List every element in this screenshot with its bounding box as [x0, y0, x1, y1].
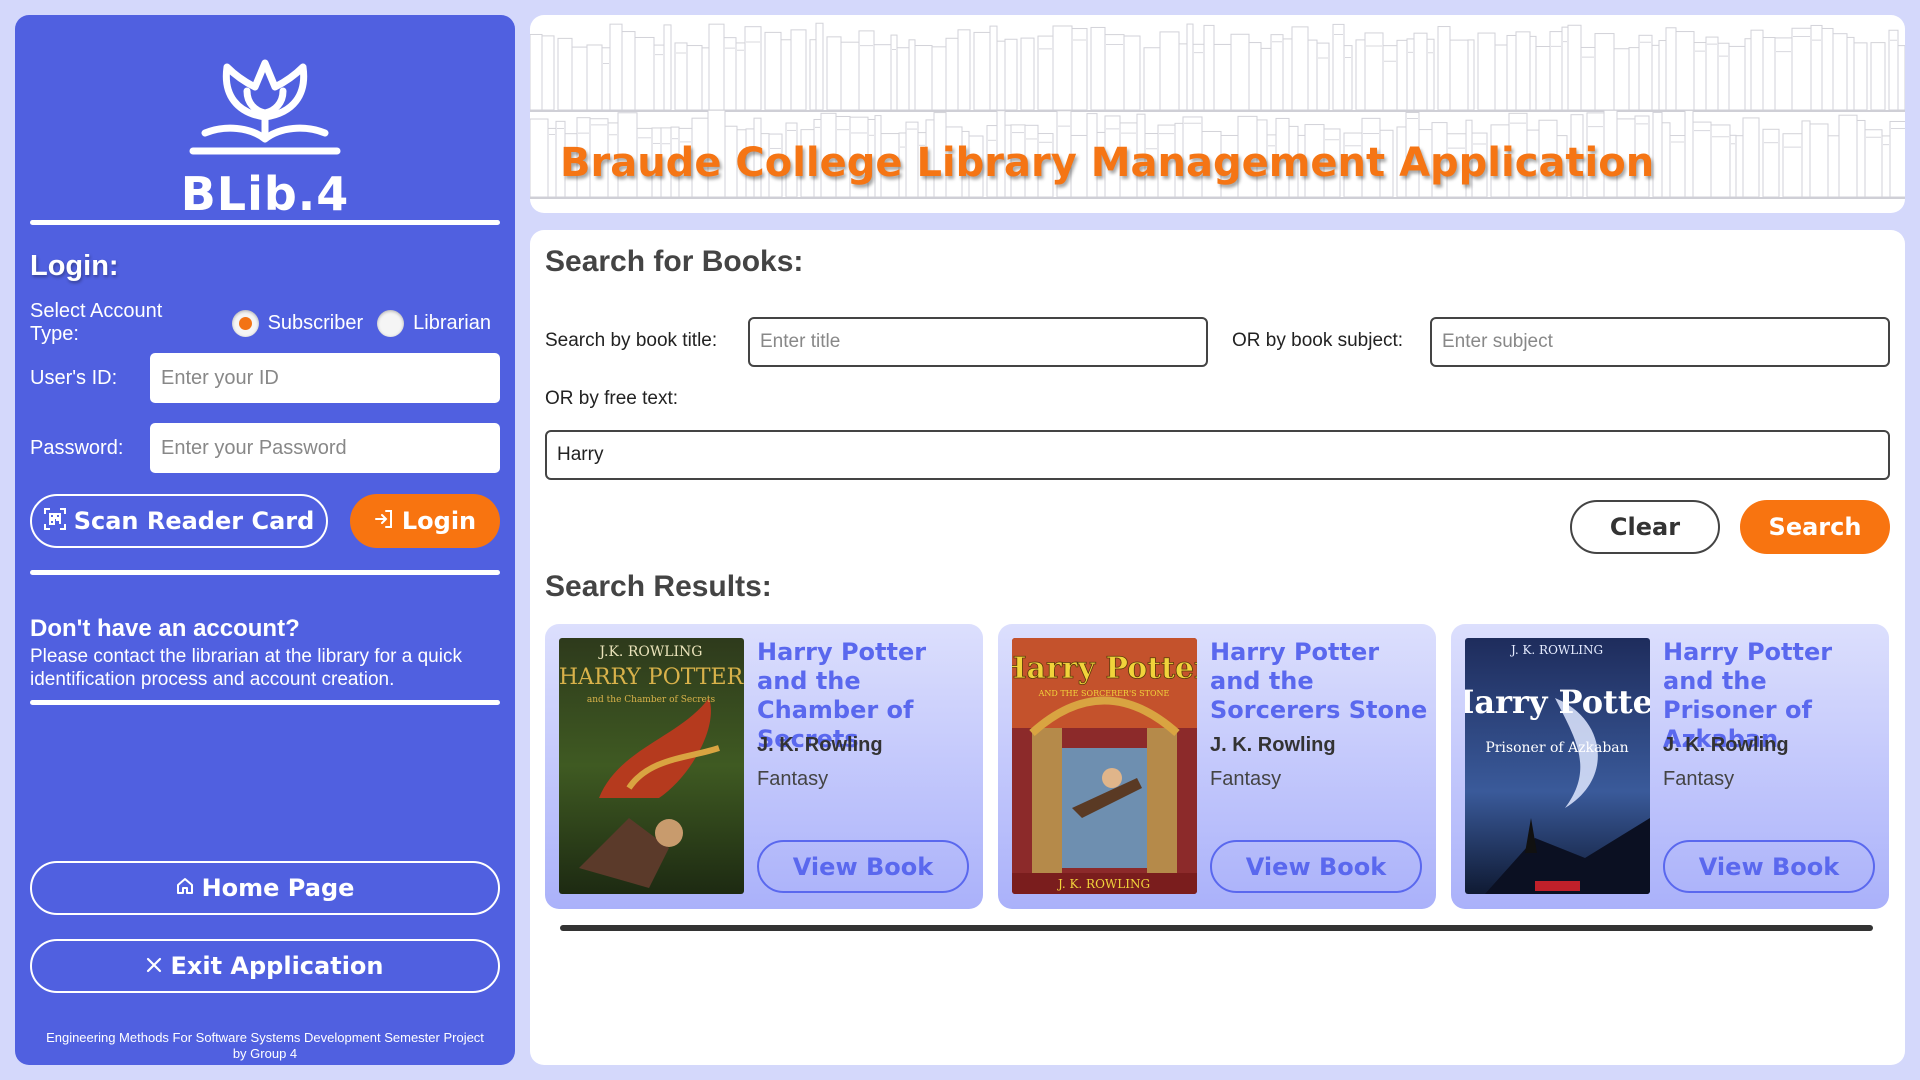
qr-scan-icon: [43, 507, 66, 535]
divider: [30, 220, 500, 225]
user-id-input[interactable]: [150, 353, 500, 403]
search-panel: Search for Books: Search by book title: …: [530, 230, 1905, 1065]
no-account-text: Please contact the librarian at the libr…: [30, 646, 462, 690]
book-author: J. K. Rowling: [1210, 734, 1336, 756]
footer-line-2: by Group 4: [232, 1046, 298, 1061]
clear-button[interactable]: Clear: [1570, 500, 1720, 554]
book-card: J.K. ROWLING HARRY POTTER and the Chambe…: [545, 624, 983, 909]
header-banner: Braude College Library Management Applic…: [530, 15, 1905, 213]
radio-dot: [231, 309, 259, 337]
divider: [30, 700, 500, 705]
divider: [30, 570, 500, 575]
radio-subscriber-label: Subscriber: [267, 311, 364, 334]
scan-button-label: Scan Reader Card: [73, 507, 315, 535]
subject-search-input[interactable]: [1430, 317, 1890, 367]
subject-search-label: OR by book subject:: [1232, 330, 1404, 351]
svg-text:HARRY POTTER: HARRY POTTER: [559, 665, 744, 690]
svg-text:J. K. ROWLING: J. K. ROWLING: [1509, 643, 1603, 657]
book-card: J. K. ROWLING Harry Potter Prisoner of A…: [1451, 624, 1889, 909]
svg-text:AND THE SORCERER'S STONE: AND THE SORCERER'S STONE: [1038, 689, 1170, 698]
password-input[interactable]: [150, 423, 500, 473]
title-search-label: Search by book title:: [545, 330, 718, 351]
svg-text:Harry Potter: Harry Potter: [1012, 651, 1197, 686]
book-cover: J. K. ROWLING Harry Potter Prisoner of A…: [1465, 638, 1650, 894]
user-id-row: User's ID:: [30, 353, 515, 403]
home-icon: [176, 876, 194, 900]
search-title: Search for Books:: [545, 245, 804, 278]
free-text-input[interactable]: [545, 430, 1890, 480]
horizontal-scrollbar[interactable]: [560, 925, 1873, 931]
book-genre: Fantasy: [1210, 768, 1282, 790]
login-button[interactable]: Login: [350, 494, 500, 548]
home-button-label: Home Page: [201, 874, 355, 902]
title-search-input[interactable]: [748, 317, 1208, 367]
book-cover: Harry Potter AND THE SORCERER'S STONE J.…: [1012, 638, 1197, 894]
book-genre: Fantasy: [757, 768, 829, 790]
logo-text: BLib.4: [180, 167, 350, 221]
login-title: Login:: [30, 250, 119, 282]
book-title: Harry Potter and the Sorcerers Stone: [1210, 638, 1428, 724]
tulip-book-icon: [189, 59, 341, 155]
app-title: Braude College Library Management Applic…: [560, 140, 1655, 186]
footer-line-1: Engineering Methods For Software Systems…: [46, 1030, 484, 1045]
search-button[interactable]: Search: [1740, 500, 1890, 554]
radio-subscriber[interactable]: Subscriber: [231, 309, 364, 337]
view-book-button[interactable]: View Book: [1663, 840, 1875, 893]
scan-reader-card-button[interactable]: Scan Reader Card: [30, 494, 328, 548]
account-type-row: Select Account Type: Subscriber Libraria…: [30, 300, 505, 345]
svg-text:J. K. ROWLING: J. K. ROWLING: [1056, 877, 1150, 891]
radio-librarian-label: Librarian: [413, 311, 491, 334]
svg-text:J.K. ROWLING: J.K. ROWLING: [597, 644, 702, 660]
home-page-button[interactable]: Home Page: [30, 861, 500, 915]
password-row: Password:: [30, 423, 515, 473]
svg-text:Prisoner of Azkaban: Prisoner of Azkaban: [1485, 740, 1628, 756]
close-icon: [146, 954, 162, 978]
exit-button-label: Exit Application: [170, 952, 384, 980]
radio-dot: [377, 309, 405, 337]
exit-application-button[interactable]: Exit Application: [30, 939, 500, 993]
book-author: J. K. Rowling: [1663, 734, 1789, 756]
book-cover: J.K. ROWLING HARRY POTTER and the Chambe…: [559, 638, 744, 894]
svg-text:and the Chamber of Secrets: and the Chamber of Secrets: [587, 695, 716, 705]
book-genre: Fantasy: [1663, 768, 1735, 790]
radio-librarian[interactable]: Librarian: [377, 309, 491, 337]
sidebar: BLib.4 Login: Select Account Type: Subsc…: [15, 15, 515, 1065]
free-text-label: OR by free text:: [545, 388, 679, 409]
account-type-label: Select Account Type:: [30, 300, 163, 345]
login-button-label: Login: [401, 507, 477, 535]
footer-text: Engineering Methods For Software Systems…: [15, 1030, 515, 1062]
svg-text:Harry Potter: Harry Potter: [1465, 683, 1650, 721]
view-book-button[interactable]: View Book: [1210, 840, 1422, 893]
book-author: J. K. Rowling: [757, 734, 883, 756]
view-book-button[interactable]: View Book: [757, 840, 969, 893]
password-label: Password:: [30, 436, 124, 459]
user-id-label: User's ID:: [30, 366, 118, 389]
sign-in-icon: [374, 509, 394, 534]
results-title: Search Results:: [545, 570, 772, 603]
app-logo: BLib.4: [15, 55, 515, 221]
no-account-title: Don't have an account?: [30, 615, 300, 642]
book-card: Harry Potter AND THE SORCERER'S STONE J.…: [998, 624, 1436, 909]
